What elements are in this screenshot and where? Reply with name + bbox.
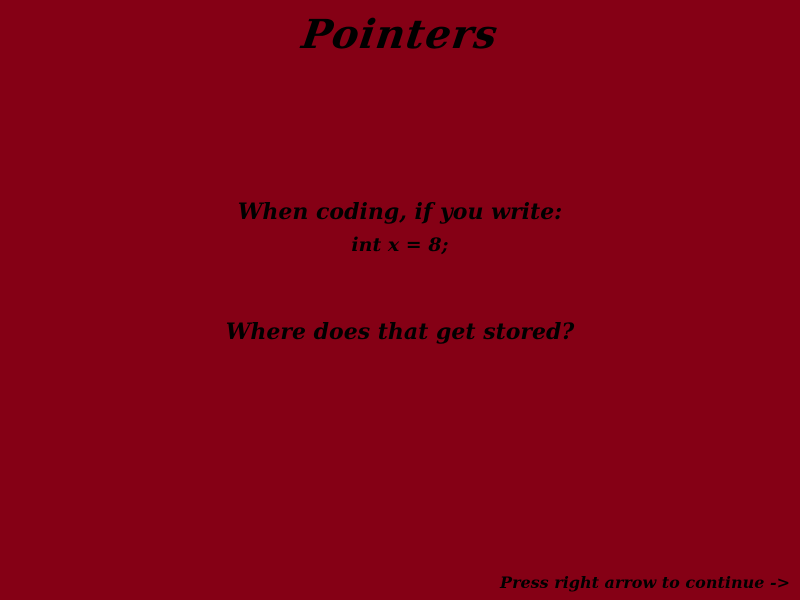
continue-hint: Press right arrow to continue -> bbox=[500, 573, 790, 592]
question-text: Where does that get stored? bbox=[225, 319, 575, 345]
intro-text: When coding, if you write: bbox=[237, 199, 563, 225]
code-example: int x = 8; bbox=[351, 234, 449, 256]
slide-title: Pointers bbox=[299, 11, 502, 58]
